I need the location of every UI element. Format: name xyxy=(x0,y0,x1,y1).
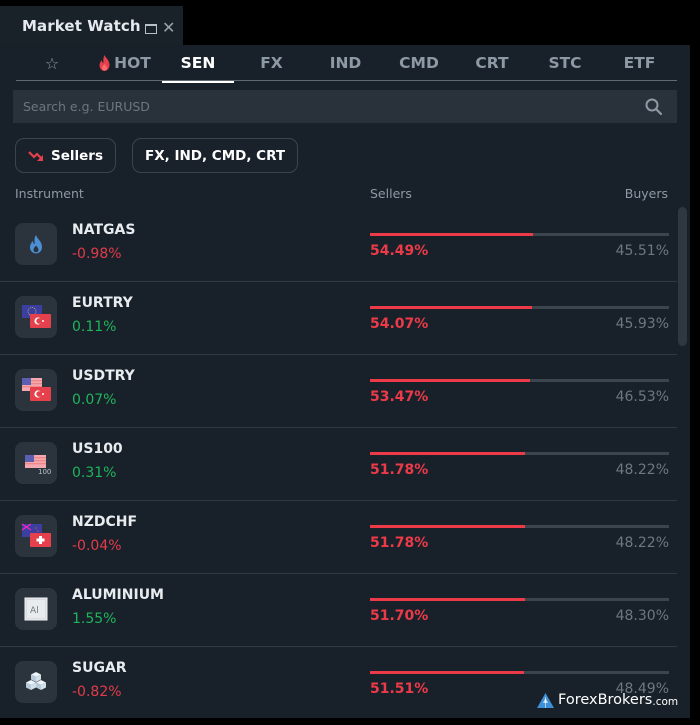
column-header-buyers: Buyers xyxy=(624,186,668,201)
buyers-percent: 48.22% xyxy=(615,535,669,551)
buyers-percent: 45.51% xyxy=(615,243,669,259)
tab-hot[interactable]: HOT xyxy=(88,45,162,81)
us-index-icon: 100 xyxy=(15,442,57,484)
sellers-fill xyxy=(370,379,530,382)
tab-crt[interactable]: CRT xyxy=(456,45,528,81)
list-scrollbar[interactable] xyxy=(678,207,687,346)
sellers-percent: 51.78% xyxy=(370,535,429,551)
instrument-row[interactable]: NZDCHF -0.04% 51.78% 48.22% xyxy=(0,501,677,574)
watermark-brand: ForexBrokers xyxy=(558,692,653,708)
instrument-change: -0.04% xyxy=(72,538,122,554)
star-icon: ☆ xyxy=(44,53,60,73)
sellers-percent: 51.51% xyxy=(370,681,429,697)
sellers-percent: 51.70% xyxy=(370,608,429,624)
element-symbol: Al xyxy=(30,606,39,616)
eu-tr-flags-icon xyxy=(15,296,57,338)
buyers-percent: 46.53% xyxy=(615,389,669,405)
sentiment-bar xyxy=(370,452,669,455)
forexbrokers-logo-icon xyxy=(537,692,554,708)
tab-label: STC xyxy=(548,54,582,72)
watermark-suffix: .com xyxy=(652,696,679,708)
instrument-symbol: US100 xyxy=(72,441,123,457)
sentiment-filter-label: Sellers xyxy=(51,147,103,164)
search-input[interactable] xyxy=(23,99,643,114)
panel-title-tab[interactable]: Market Watch ✕ xyxy=(0,6,183,46)
instrument-row[interactable]: EURTRY 0.11% 54.07% 45.93% xyxy=(0,282,677,355)
sentiment-bar xyxy=(370,598,669,601)
instrument-symbol: NZDCHF xyxy=(72,514,138,530)
sellers-fill xyxy=(370,525,525,528)
instrument-row[interactable]: NATGAS -0.98% 54.49% 45.51% xyxy=(0,209,677,282)
instrument-change: -0.98% xyxy=(72,246,122,262)
trend-down-icon xyxy=(28,150,43,161)
sentiment-bar xyxy=(370,671,669,674)
tab-fx[interactable]: FX xyxy=(234,45,309,81)
gas-flame-icon xyxy=(15,223,57,265)
tab-stc[interactable]: STC xyxy=(528,45,602,81)
flame-icon xyxy=(99,55,110,71)
panel-title: Market Watch xyxy=(22,17,141,35)
tab-ind[interactable]: IND xyxy=(309,45,382,81)
sellers-percent: 54.07% xyxy=(370,316,429,332)
sellers-percent: 54.49% xyxy=(370,243,429,259)
column-header-instrument: Instrument xyxy=(15,186,84,201)
search-bar xyxy=(13,90,677,123)
instrument-row[interactable]: 100 US100 0.31% 51.78% 48.22% xyxy=(0,428,677,501)
sentiment-filter-button[interactable]: Sellers xyxy=(15,138,116,173)
tab-sen[interactable]: SEN xyxy=(162,45,234,83)
instrument-change: 0.31% xyxy=(72,465,117,481)
instrument-symbol: NATGAS xyxy=(72,222,136,238)
us-tr-flags-icon xyxy=(15,369,57,411)
sellers-fill xyxy=(370,598,525,601)
market-filter-label: FX, IND, CMD, CRT xyxy=(144,147,286,164)
column-header-sellers: Sellers xyxy=(370,186,412,201)
sugar-cubes-icon xyxy=(15,661,57,703)
tab-label: IND xyxy=(329,54,362,72)
sentiment-bar xyxy=(370,306,669,309)
instrument-row[interactable]: Al ALUMINIUM 1.55% 51.70% 48.30% xyxy=(0,574,677,647)
sellers-fill xyxy=(370,233,533,236)
instrument-change: 0.07% xyxy=(72,392,117,408)
instrument-symbol: ALUMINIUM xyxy=(72,587,164,603)
tab-label: HOT xyxy=(114,54,151,72)
aluminium-element-icon: Al xyxy=(15,588,57,630)
sentiment-bar xyxy=(370,379,669,382)
instrument-change: 1.55% xyxy=(72,611,117,627)
sellers-fill xyxy=(370,306,532,309)
instrument-symbol: EURTRY xyxy=(72,295,133,311)
tab-favorites[interactable]: ☆ xyxy=(16,45,88,81)
tab-label: CMD xyxy=(399,54,439,72)
tab-etf[interactable]: ETF xyxy=(602,45,677,81)
buyers-percent: 45.93% xyxy=(615,316,669,332)
sentiment-bar xyxy=(370,233,669,236)
search-icon[interactable] xyxy=(643,96,665,118)
maximize-icon[interactable] xyxy=(145,24,157,34)
market-watch-panel: ☆ HOT SEN FX IND CMD CRT STC ETF Search … xyxy=(0,45,690,718)
instrument-change: 0.11% xyxy=(72,319,117,335)
sellers-percent: 51.78% xyxy=(370,462,429,478)
category-tabs: ☆ HOT SEN FX IND CMD CRT STC ETF xyxy=(16,45,677,83)
tab-label: SEN xyxy=(180,54,216,72)
tab-label: FX xyxy=(260,54,283,72)
instrument-symbol: SUGAR xyxy=(72,660,127,676)
filter-bar: Sellers FX, IND, CMD, CRT xyxy=(15,138,299,173)
tab-label: ETF xyxy=(623,54,656,72)
nz-ch-flags-icon xyxy=(15,515,57,557)
instrument-symbol: USDTRY xyxy=(72,368,135,384)
sellers-percent: 53.47% xyxy=(370,389,429,405)
buyers-percent: 48.22% xyxy=(615,462,669,478)
forexbrokers-watermark: ForexBrokers .com xyxy=(537,692,678,708)
tab-cmd[interactable]: CMD xyxy=(382,45,456,81)
index-label: 100 xyxy=(38,468,51,476)
sellers-fill xyxy=(370,671,524,674)
sentiment-bar xyxy=(370,525,669,528)
instrument-row[interactable]: USDTRY 0.07% 53.47% 46.53% xyxy=(0,355,677,428)
buyers-percent: 48.30% xyxy=(615,608,669,624)
close-icon[interactable]: ✕ xyxy=(162,20,175,36)
market-filter-button[interactable]: FX, IND, CMD, CRT xyxy=(131,138,299,173)
tab-label: CRT xyxy=(475,54,509,72)
instrument-list: NATGAS -0.98% 54.49% 45.51% EURTRY 0.11% xyxy=(0,209,677,718)
sellers-fill xyxy=(370,452,525,455)
instrument-change: -0.82% xyxy=(72,684,122,700)
